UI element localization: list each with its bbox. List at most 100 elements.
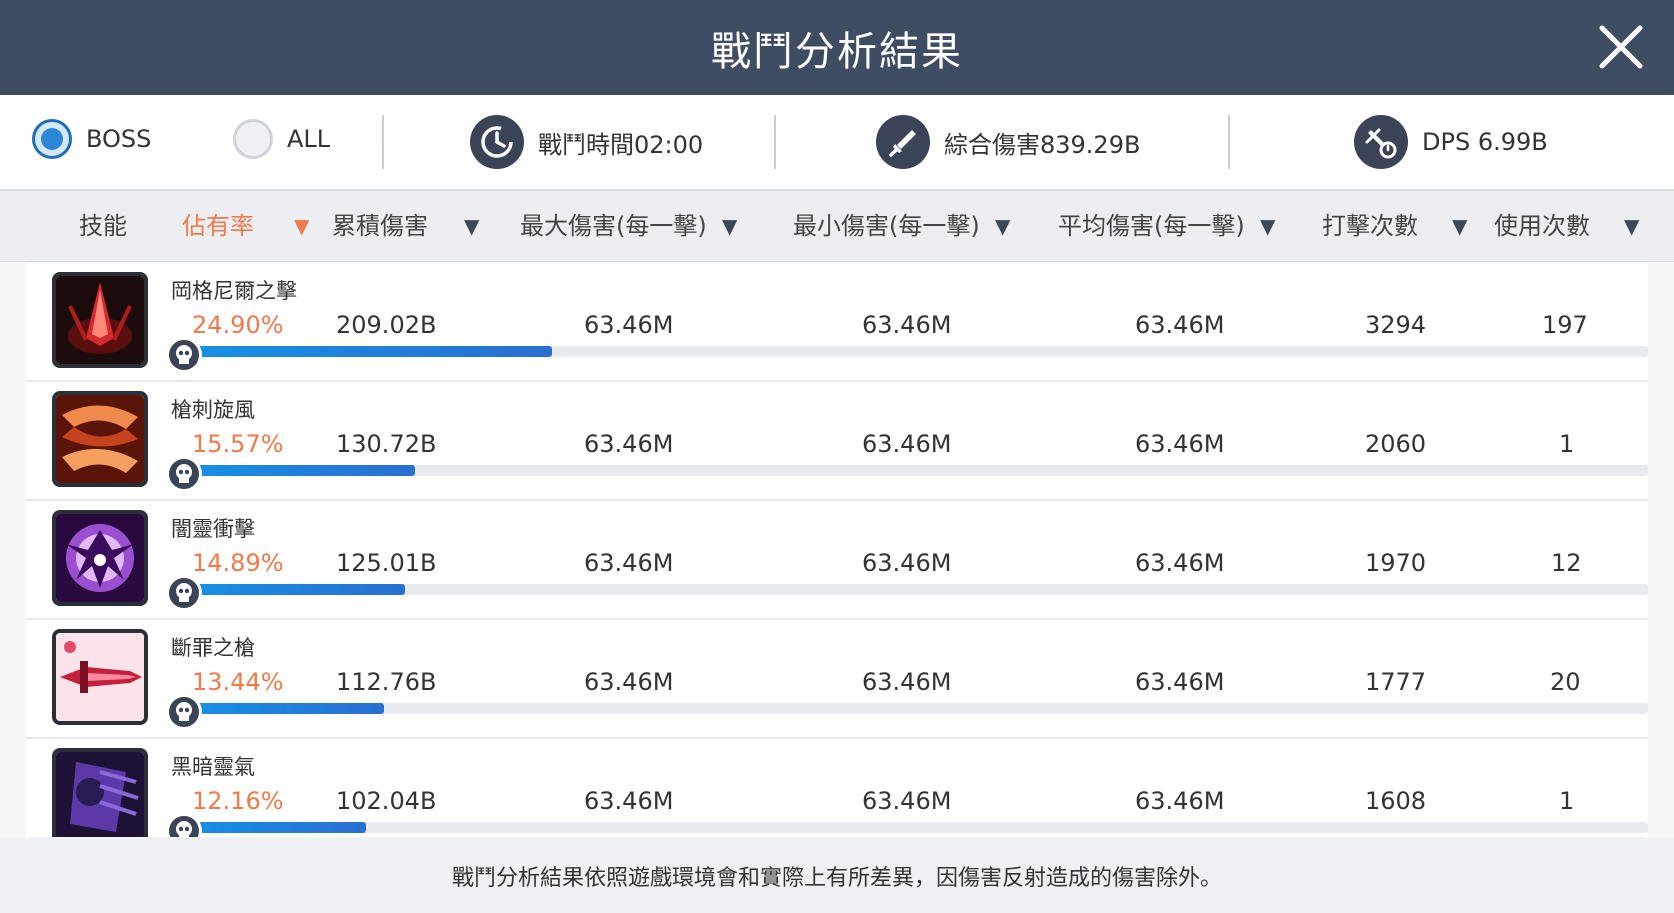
share-percent: 15.57% <box>192 430 284 458</box>
radio-unselected-icon <box>233 119 273 159</box>
max-damage: 63.46M <box>584 787 674 815</box>
skill-row[interactable]: 闇靈衝擊 14.89% 125.01B 63.46M 63.46M 63.46M… <box>26 501 1648 620</box>
divider <box>382 115 384 169</box>
skill-row[interactable]: 斷罪之槍 13.44% 112.76B 63.46M 63.46M 63.46M… <box>26 620 1648 739</box>
use-count: 1 <box>1559 787 1575 815</box>
skull-icon <box>166 694 202 730</box>
dps-stat: DPS 6.99B <box>1354 115 1548 169</box>
min-damage: 63.46M <box>862 787 952 815</box>
avg-damage: 63.46M <box>1135 311 1225 339</box>
col-skill: 技能 <box>79 212 127 240</box>
share-percent: 12.16% <box>192 787 284 815</box>
share-percent: 14.89% <box>192 549 284 577</box>
battle-time-stat: 戰鬥時間02:00 <box>470 115 703 169</box>
purple-dark-spirit-icon <box>52 510 148 606</box>
orange-whirlwind-icon <box>52 391 148 487</box>
skill-name: 斷罪之槍 <box>171 636 255 660</box>
filter-label-all: ALL <box>287 125 331 153</box>
skill-row[interactable]: 槍刺旋風 15.57% 130.72B 63.46M 63.46M 63.46M… <box>26 382 1648 501</box>
share-bar-fill <box>188 346 552 357</box>
skull-icon <box>166 813 202 837</box>
sort-total-arrow-icon[interactable]: ▼ <box>464 191 479 261</box>
hit-count: 2060 <box>1365 430 1427 458</box>
sort-max-arrow-icon[interactable]: ▼ <box>722 191 737 261</box>
filter-label-boss: BOSS <box>86 125 152 153</box>
divider <box>1228 115 1230 169</box>
max-damage: 63.46M <box>584 668 674 696</box>
total-damage-text: 綜合傷害839.29B <box>944 130 1141 159</box>
sword-timer-icon <box>1354 115 1408 169</box>
share-bar-track <box>188 703 1648 714</box>
summary-bar: BOSS ALL 戰鬥時間02:00 綜合傷害839.29B DPS 6.99B <box>0 95 1674 191</box>
use-count: 197 <box>1542 311 1588 339</box>
share-percent: 24.90% <box>192 311 284 339</box>
footer-note-text: 戰鬥分析結果依照遊戲環境會和實際上有所差異，因傷害反射造成的傷害除外。 <box>451 865 1222 891</box>
min-damage: 63.46M <box>862 668 952 696</box>
total-damage: 130.72B <box>336 430 437 458</box>
sort-share-arrow-icon[interactable]: ▼ <box>294 191 309 261</box>
share-bar-fill <box>188 703 385 714</box>
avg-damage: 63.46M <box>1135 787 1225 815</box>
share-percent: 13.44% <box>192 668 284 696</box>
max-damage: 63.46M <box>584 430 674 458</box>
total-damage: 125.01B <box>336 549 437 577</box>
hit-count: 1970 <box>1365 549 1427 577</box>
hit-count: 1608 <box>1365 787 1427 815</box>
red-spear-strike-icon <box>52 272 148 368</box>
share-bar-fill <box>188 465 416 476</box>
skill-name: 闇靈衝擊 <box>171 517 255 541</box>
skull-icon <box>166 456 202 492</box>
skill-name: 岡格尼爾之擊 <box>171 279 297 303</box>
skull-icon <box>166 337 202 373</box>
share-bar-track <box>188 584 1648 595</box>
battle-analysis-window: 戰鬥分析結果 BOSS ALL 戰鬥時間02:00 綜合傷害839.29B DP… <box>0 0 1674 913</box>
total-damage: 209.02B <box>336 311 437 339</box>
col-hit-count[interactable]: 打擊次數 <box>1322 191 1418 261</box>
avg-damage: 63.46M <box>1135 430 1225 458</box>
filter-radio-all[interactable]: ALL <box>233 119 330 159</box>
dark-aura-icon <box>52 748 148 837</box>
share-bar-track <box>188 346 1648 357</box>
skull-icon <box>166 575 202 611</box>
sword-icon <box>876 115 930 169</box>
sort-min-arrow-icon[interactable]: ▼ <box>995 191 1010 261</box>
skill-list[interactable]: 岡格尼爾之擊 24.90% 209.02B 63.46M 63.46M 63.4… <box>26 263 1648 837</box>
col-use-count[interactable]: 使用次數 <box>1494 191 1590 261</box>
divider <box>774 115 776 169</box>
use-count: 12 <box>1551 549 1582 577</box>
title-bar: 戰鬥分析結果 <box>0 0 1674 95</box>
sort-avg-arrow-icon[interactable]: ▼ <box>1260 191 1275 261</box>
close-icon[interactable] <box>1596 22 1646 72</box>
col-min-damage[interactable]: 最小傷害(每一擊) <box>793 191 980 261</box>
min-damage: 63.46M <box>862 549 952 577</box>
avg-damage: 63.46M <box>1135 549 1225 577</box>
share-bar-fill <box>188 584 406 595</box>
share-bar-track <box>188 465 1648 476</box>
max-damage: 63.46M <box>584 549 674 577</box>
skill-row[interactable]: 岡格尼爾之擊 24.90% 209.02B 63.46M 63.46M 63.4… <box>26 263 1648 382</box>
dps-text: DPS 6.99B <box>1422 128 1548 156</box>
col-avg-damage[interactable]: 平均傷害(每一擊) <box>1058 191 1245 261</box>
max-damage: 63.46M <box>584 311 674 339</box>
hit-count: 3294 <box>1365 311 1427 339</box>
col-total-damage[interactable]: 累積傷害 <box>332 191 428 261</box>
skill-name: 槍刺旋風 <box>171 398 255 422</box>
clock-icon <box>470 115 524 169</box>
sort-hits-arrow-icon[interactable]: ▼ <box>1452 191 1467 261</box>
total-damage: 112.76B <box>336 668 437 696</box>
col-max-damage[interactable]: 最大傷害(每一擊) <box>520 191 707 261</box>
skill-row[interactable]: 黑暗靈氣 12.16% 102.04B 63.46M 63.46M 63.46M… <box>26 739 1648 837</box>
total-damage-stat: 綜合傷害839.29B <box>876 115 1140 169</box>
footer-note: 戰鬥分析結果依照遊戲環境會和實際上有所差異，因傷害反射造成的傷害除外。 <box>0 838 1674 913</box>
use-count: 20 <box>1550 668 1581 696</box>
share-bar-fill <box>188 822 366 833</box>
hit-count: 1777 <box>1365 668 1427 696</box>
filter-radio-boss[interactable]: BOSS <box>32 119 151 159</box>
avg-damage: 63.46M <box>1135 668 1225 696</box>
col-share[interactable]: 佔有率 <box>182 191 254 261</box>
window-title: 戰鬥分析結果 <box>711 28 963 75</box>
column-header: 技能 佔有率 ▼ 累積傷害 ▼ 最大傷害(每一擊) ▼ 最小傷害(每一擊) ▼ … <box>0 191 1674 262</box>
sort-uses-arrow-icon[interactable]: ▼ <box>1624 191 1639 261</box>
pink-lance-icon <box>52 629 148 725</box>
share-bar-track <box>188 822 1648 833</box>
